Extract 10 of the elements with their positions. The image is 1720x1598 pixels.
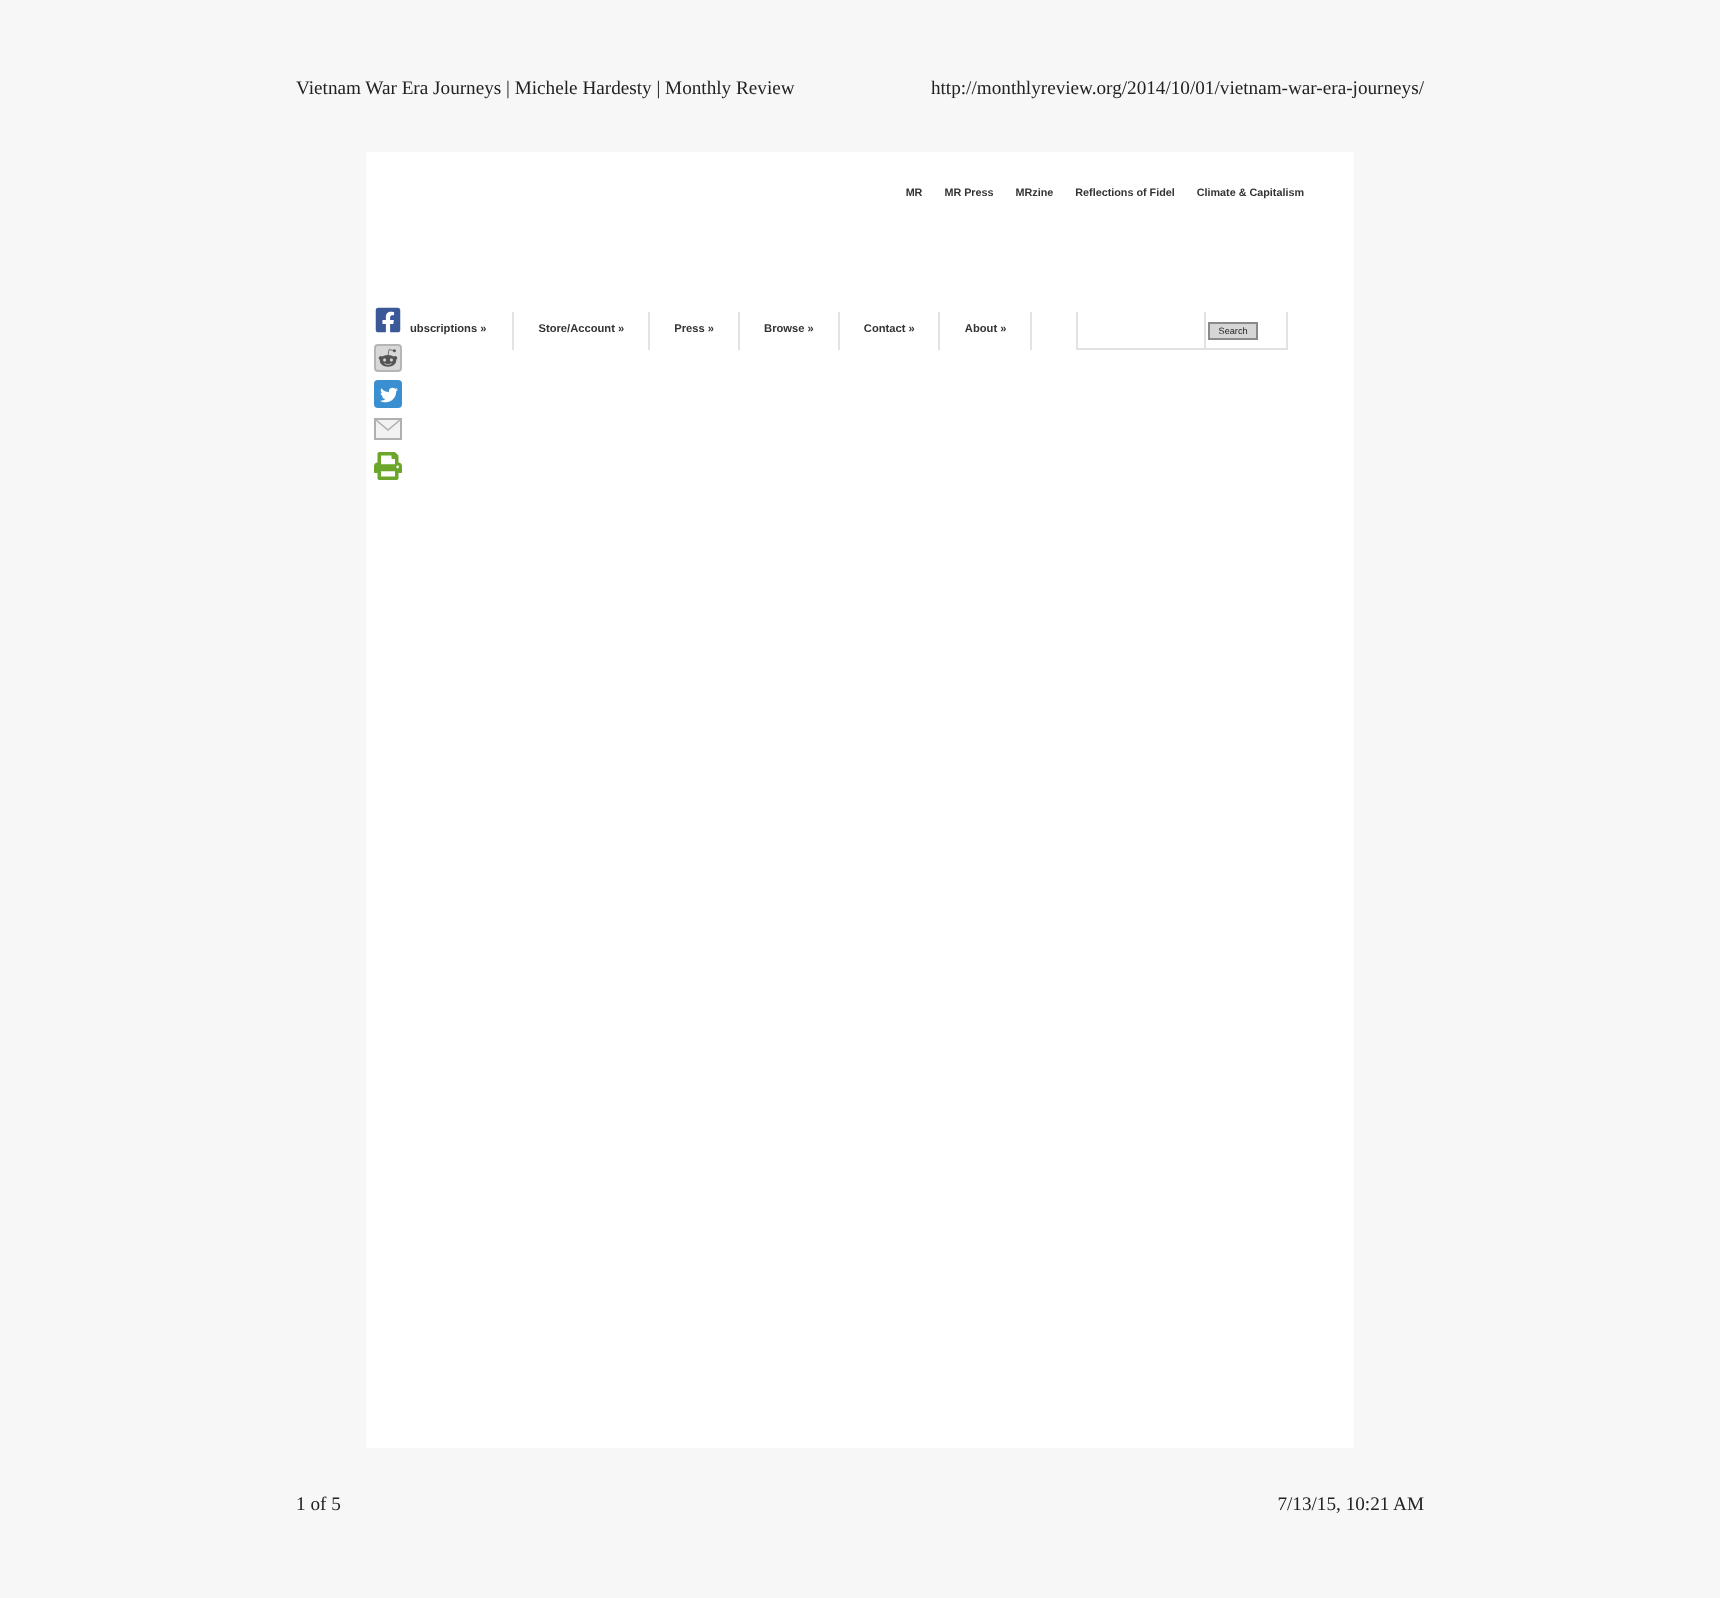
print-date: 7/13/15, 10:21 AM (1277, 1494, 1424, 1518)
search-field[interactable] (1076, 312, 1205, 350)
page-title: Vietnam War Era Journeys | Michele Hardesty | Monthly Review (296, 78, 795, 102)
page-url: http://monthlyreview.org/2014/10/01/vietnam-war-era-journeys/ (930, 78, 1424, 102)
facebook-icon[interactable] (374, 306, 402, 334)
page-number: 1 of 5 (296, 1494, 341, 1518)
envelope-icon[interactable] (374, 418, 402, 440)
twitter-icon[interactable] (374, 380, 402, 408)
reddit-icon[interactable] (374, 344, 402, 372)
printer-icon[interactable] (374, 452, 402, 480)
